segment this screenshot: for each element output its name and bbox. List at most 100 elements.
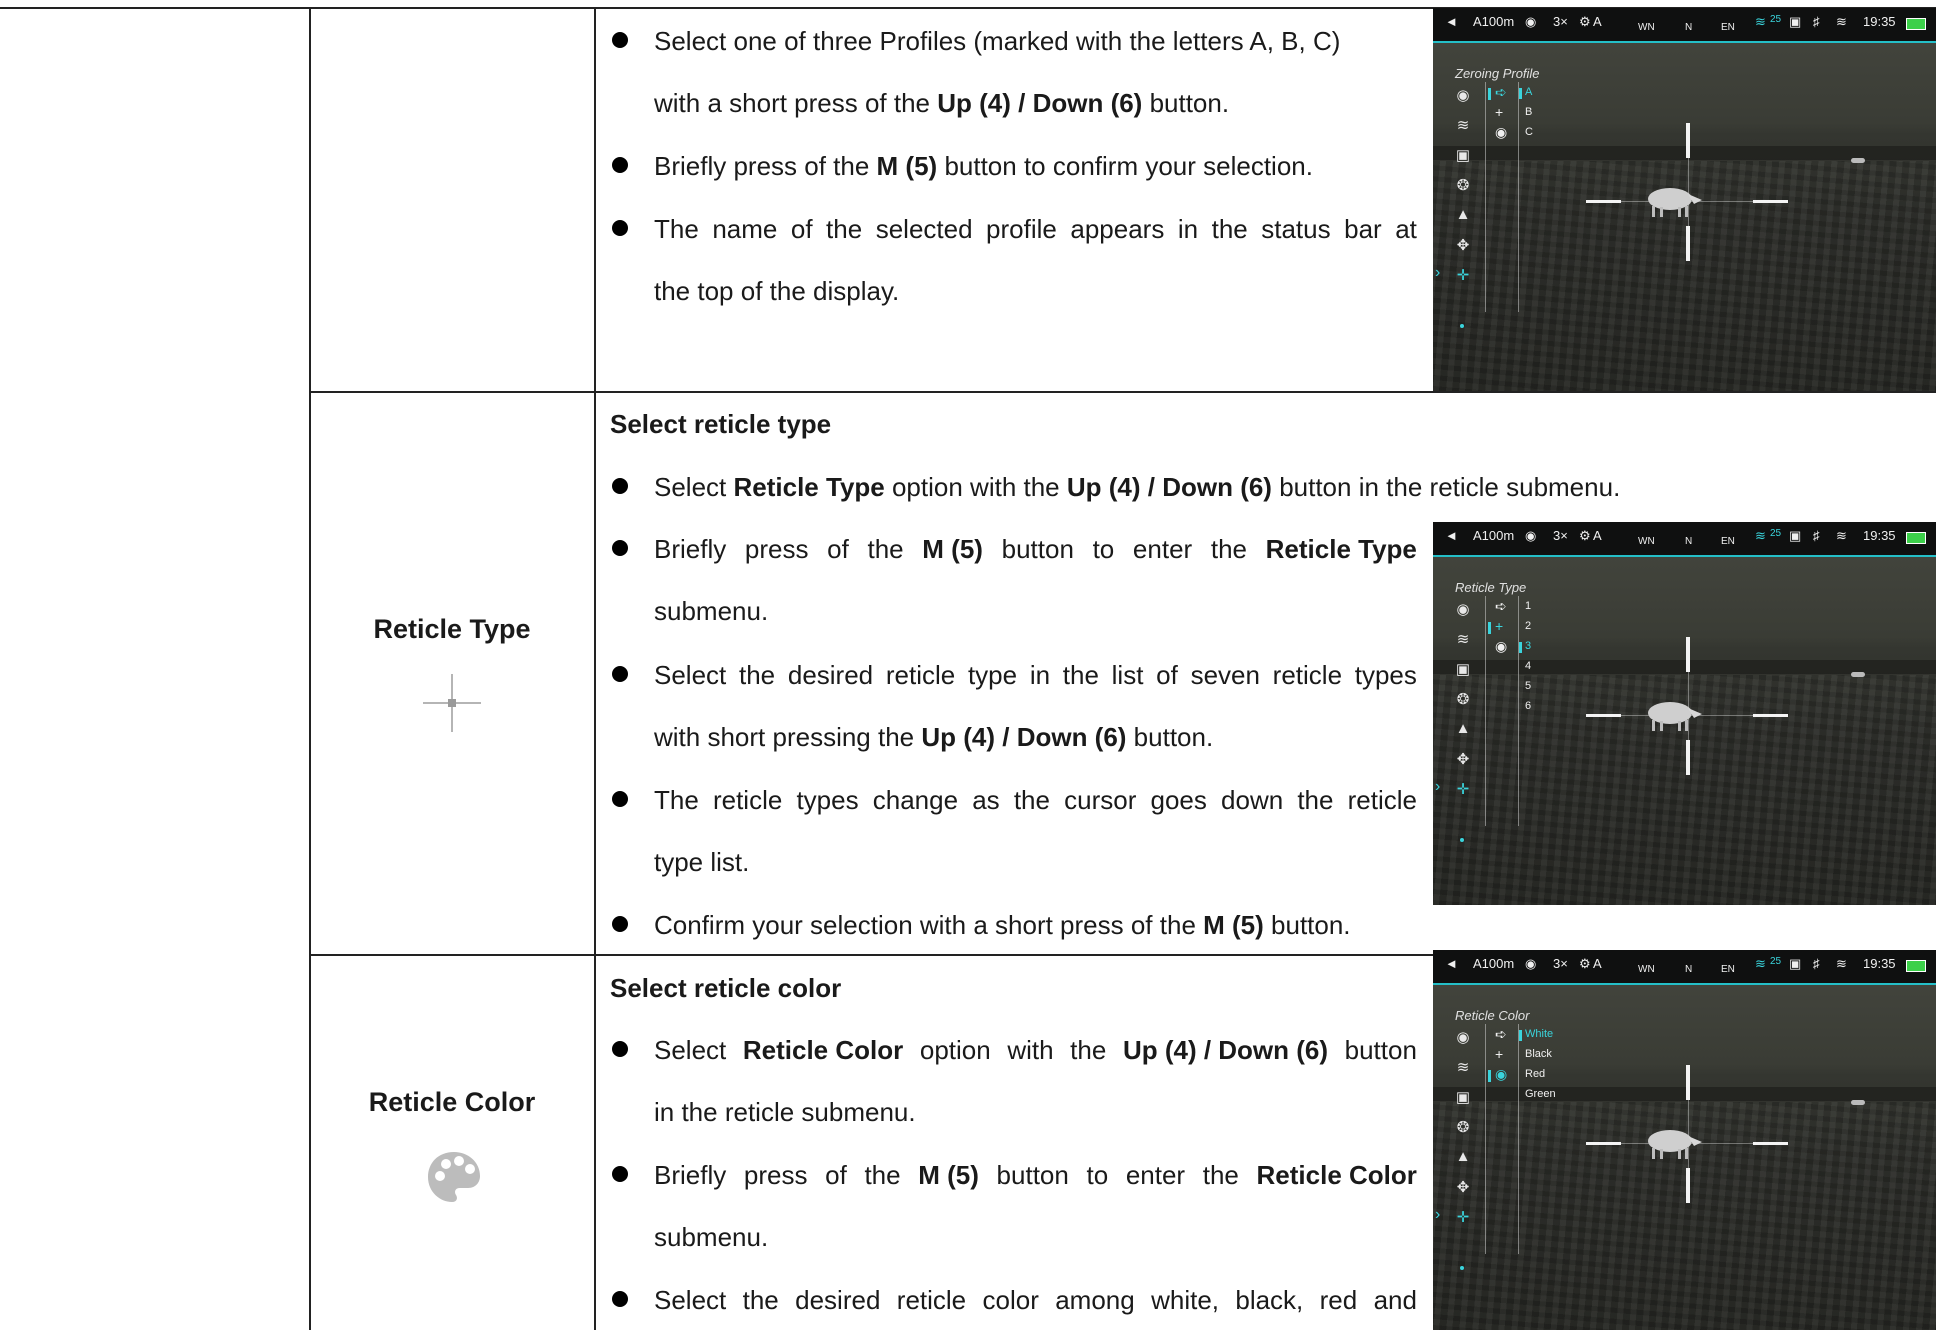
eye-icon[interactable]: ◉ xyxy=(1453,86,1473,104)
record-icon: ▣ xyxy=(1789,528,1802,543)
option-selection-marker xyxy=(1519,1030,1522,1041)
palette-icon[interactable]: ◉ xyxy=(1495,1066,1507,1083)
word: of xyxy=(790,214,813,244)
aperture-icon[interactable]: ❂ xyxy=(1453,690,1473,708)
submenu-option[interactable]: 2 xyxy=(1525,620,1531,632)
compass-icon[interactable]: ▲ xyxy=(1453,1148,1473,1165)
submenu-title: Zeroing Profile xyxy=(1455,66,1540,81)
wifi-icon[interactable]: ≋ xyxy=(1453,630,1473,648)
word: reticle xyxy=(896,1285,967,1315)
bullet-text-line2: with a short press of the Up (4) / Down … xyxy=(654,88,1230,118)
word: the xyxy=(1211,214,1248,244)
reticle-top xyxy=(1686,123,1690,158)
word: and xyxy=(1373,1285,1417,1315)
rifle-icon[interactable]: ➪ xyxy=(1495,1026,1507,1043)
mic-icon: ♯ xyxy=(1813,956,1820,971)
settings-icon[interactable]: ✥ xyxy=(1453,1178,1473,1196)
rifle-icon[interactable]: ➪ xyxy=(1495,84,1507,101)
compass-label: WN xyxy=(1638,964,1655,975)
reticle-left xyxy=(1586,200,1621,203)
word: seven xyxy=(1190,660,1260,690)
word: reticle xyxy=(1272,660,1343,690)
word: status xyxy=(1261,214,1331,244)
wifi-icon: ≋ xyxy=(1836,14,1847,29)
distance-readout: A100m xyxy=(1473,956,1515,971)
profile-readout: A xyxy=(1593,528,1602,543)
word: white, xyxy=(1151,1285,1219,1315)
word: black, xyxy=(1235,1285,1304,1315)
reticle-type-heading: Select reticle type xyxy=(610,409,832,439)
distant-animal xyxy=(1851,672,1865,677)
submenu-option[interactable]: Green xyxy=(1525,1088,1556,1100)
rifle-icon[interactable]: ➪ xyxy=(1495,598,1507,615)
profile-gear-icon: ⚙ xyxy=(1579,528,1591,543)
selection-marker xyxy=(1488,1070,1491,1082)
eye-icon[interactable]: ◉ xyxy=(1453,1028,1473,1046)
submenu-option[interactable]: Red xyxy=(1525,1068,1545,1080)
option-selection-marker xyxy=(1519,642,1522,653)
submenu-option[interactable]: Black xyxy=(1525,1048,1552,1060)
palette-icon xyxy=(428,1152,480,1202)
rangefinder-icon: ◄ xyxy=(1445,956,1458,971)
crosshair-icon[interactable]: + xyxy=(1495,104,1503,120)
crosshair-icon[interactable]: + xyxy=(1495,1046,1503,1062)
word: the xyxy=(1062,660,1099,690)
wifi-link-icon: ≋ xyxy=(1755,528,1766,543)
submenu-option[interactable]: 5 xyxy=(1525,680,1531,692)
submenu-option[interactable]: 6 xyxy=(1525,700,1531,712)
eye-icon[interactable]: ◉ xyxy=(1453,600,1473,618)
compass-icon[interactable]: ▲ xyxy=(1453,720,1473,737)
wifi-icon[interactable]: ≋ xyxy=(1453,116,1473,134)
submenu-option[interactable]: 4 xyxy=(1525,660,1531,672)
word: down xyxy=(1221,785,1284,815)
column-divider-2 xyxy=(594,7,596,1330)
submenu-option[interactable]: 1 xyxy=(1525,600,1531,612)
settings-icon[interactable]: ✥ xyxy=(1453,750,1473,768)
display-icon[interactable]: ▣ xyxy=(1453,660,1473,678)
settings-icon[interactable]: ✥ xyxy=(1453,236,1473,254)
word: the xyxy=(826,214,863,244)
submenu-option[interactable]: A xyxy=(1525,86,1532,98)
palette-icon[interactable]: ◉ xyxy=(1495,124,1507,141)
status-number: 25 xyxy=(1770,956,1782,967)
reticle-icon[interactable]: ✛ xyxy=(1453,1208,1473,1226)
compass-icon[interactable]: ▲ xyxy=(1453,206,1473,223)
bullet-text: Select one of three Profiles (marked wit… xyxy=(654,26,1341,56)
word: type xyxy=(967,660,1018,690)
mic-icon: ♯ xyxy=(1813,528,1820,543)
word: desired xyxy=(795,1285,881,1315)
submenu-option[interactable]: B xyxy=(1525,106,1532,118)
reticle-icon[interactable]: ✛ xyxy=(1453,780,1473,798)
column-divider-1 xyxy=(309,7,311,1330)
compass-label: N xyxy=(1685,536,1693,547)
submenu-option[interactable]: 3 xyxy=(1525,640,1531,652)
word: in xyxy=(1177,214,1199,244)
device-screen-zeroing-profile: ◄ A100m ◉ 3× ⚙ A WN N EN ≋ 25 ▣ ♯ ≋ 19:35 Zeroing Profi… xyxy=(1433,8,1936,391)
word: reticle xyxy=(712,785,783,815)
display-icon[interactable]: ▣ xyxy=(1453,146,1473,164)
crosshair-icon[interactable]: + xyxy=(1495,618,1503,634)
palette-icon[interactable]: ◉ xyxy=(1495,638,1507,655)
compass-label: WN xyxy=(1638,536,1655,547)
wifi-icon[interactable]: ≋ xyxy=(1453,1058,1473,1076)
aperture-icon[interactable]: ❂ xyxy=(1453,1118,1473,1136)
word: Select xyxy=(654,1285,727,1315)
indicator-dot xyxy=(1460,1266,1464,1270)
aperture-icon[interactable]: ❂ xyxy=(1453,176,1473,194)
compass-label: EN xyxy=(1721,964,1735,975)
distance-readout: A100m xyxy=(1473,14,1515,29)
display-icon[interactable]: ▣ xyxy=(1453,1088,1473,1106)
profile-gear-icon: ⚙ xyxy=(1579,956,1591,971)
compass-label: WN xyxy=(1638,22,1655,33)
reticle-left xyxy=(1586,1142,1621,1145)
word: reticle xyxy=(885,660,956,690)
word: cursor xyxy=(1064,785,1137,815)
compass-label: EN xyxy=(1721,536,1735,547)
submenu-title: Reticle Type xyxy=(1455,580,1527,595)
mic-icon: ♯ xyxy=(1813,14,1820,29)
reticle-icon[interactable]: ✛ xyxy=(1453,266,1473,284)
submenu-option[interactable]: White xyxy=(1525,1028,1553,1040)
submenu-option[interactable]: C xyxy=(1525,126,1533,138)
status-number: 25 xyxy=(1770,14,1782,25)
record-icon: ▣ xyxy=(1789,14,1802,29)
